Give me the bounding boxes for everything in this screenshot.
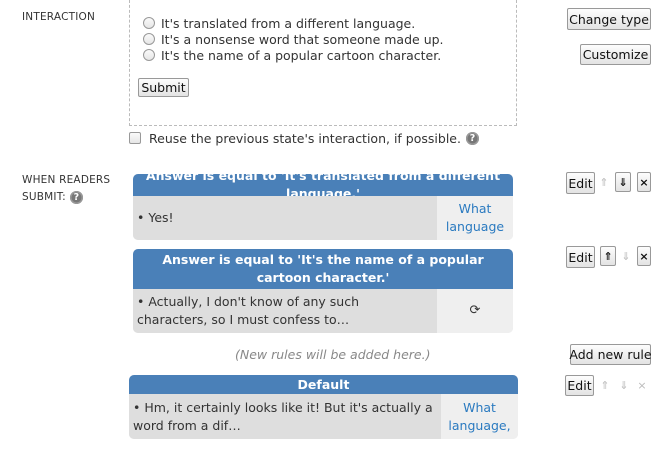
reuse-checkbox[interactable] xyxy=(129,132,141,144)
reuse-interaction-option[interactable]: Reuse the previous state's interaction, … xyxy=(129,130,479,146)
change-type-button[interactable]: Change type xyxy=(567,8,651,30)
choice-option-2[interactable]: It's a nonsense word that someone made u… xyxy=(143,31,444,47)
refresh-icon[interactable]: ⟳ xyxy=(437,289,513,333)
rule-header: Answer is equal to 'It's the name of a p… xyxy=(133,249,513,289)
move-up-icon-disabled: ⇑ xyxy=(599,175,609,189)
move-down-icon-disabled: ⇓ xyxy=(619,378,629,392)
rule-card-2[interactable]: Answer is equal to 'It's the name of a p… xyxy=(133,249,513,333)
edit-rule-2-button[interactable]: Edit xyxy=(566,246,595,268)
new-rules-hint: (New rules will be added here.) xyxy=(235,347,431,362)
radio-icon[interactable] xyxy=(143,33,155,45)
reuse-label: Reuse the previous state's interaction, … xyxy=(149,130,461,146)
choice-label: It's the name of a popular cartoon chara… xyxy=(161,47,442,63)
default-rule-card[interactable]: Default • Hm, it certainly looks like it… xyxy=(129,375,518,439)
help-icon[interactable]: ? xyxy=(465,131,479,145)
customize-button[interactable]: Customize xyxy=(580,44,651,65)
help-icon[interactable]: ? xyxy=(69,190,83,204)
rules-section-label-line2: SUBMIT: ? xyxy=(22,188,83,206)
delete-icon[interactable]: × xyxy=(637,246,651,266)
rules-section-label-line1: WHEN READERS xyxy=(22,174,111,186)
rules-section-label-text: SUBMIT: xyxy=(22,191,66,203)
delete-icon-disabled: × xyxy=(637,378,647,392)
move-down-icon[interactable]: ⇓ xyxy=(615,172,631,192)
radio-icon[interactable] xyxy=(143,17,155,29)
submit-button[interactable]: Submit xyxy=(138,78,189,97)
rule-feedback: • Yes! xyxy=(133,196,437,240)
choice-option-1[interactable]: It's translated from a different languag… xyxy=(143,15,415,31)
choice-label: It's a nonsense word that someone made u… xyxy=(161,31,444,47)
choice-option-3[interactable]: It's the name of a popular cartoon chara… xyxy=(143,47,441,63)
interaction-section-label: INTERACTION xyxy=(22,11,96,23)
rule-destination-link[interactable]: What language xyxy=(437,196,513,240)
rule-feedback: • Actually, I don't know of any such cha… xyxy=(133,289,437,333)
rule-feedback: • Hm, it certainly looks like it! But it… xyxy=(129,394,441,439)
move-down-icon-disabled: ⇓ xyxy=(621,249,631,263)
edit-default-rule-button[interactable]: Edit xyxy=(565,375,594,396)
rule-destination-link[interactable]: What language, xyxy=(441,394,518,439)
delete-icon[interactable]: × xyxy=(637,172,651,192)
move-up-icon[interactable]: ⇑ xyxy=(600,246,616,266)
rule-header: Answer is equal to 'It's translated from… xyxy=(133,174,513,201)
rule-card-1[interactable]: Answer is equal to 'It's translated from… xyxy=(133,174,513,240)
choice-label: It's translated from a different languag… xyxy=(161,15,416,31)
default-rule-header: Default xyxy=(129,375,518,394)
add-new-rule-button[interactable]: Add new rule xyxy=(569,344,652,365)
radio-icon[interactable] xyxy=(143,49,155,61)
move-up-icon-disabled: ⇑ xyxy=(600,378,610,392)
edit-rule-1-button[interactable]: Edit xyxy=(566,172,595,194)
